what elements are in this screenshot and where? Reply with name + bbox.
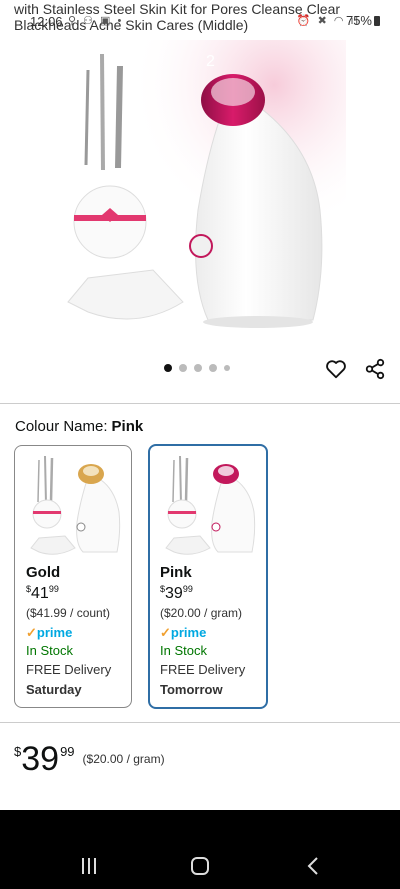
delivery-info: FREE Delivery — [26, 662, 112, 677]
swatch-pink-image — [165, 455, 256, 555]
wishlist-heart-icon[interactable] — [325, 358, 347, 380]
carousel-dot-3[interactable] — [194, 364, 202, 372]
colour-name-label: Colour Name: Pink — [15, 418, 143, 435]
swatch-name: Pink — [160, 564, 192, 581]
swatch-name: Gold — [26, 564, 61, 581]
swatch-unit-price: ($41.99 / count) — [26, 606, 111, 620]
battery-percent: 75% — [345, 13, 372, 28]
price-whole: 39 — [165, 585, 183, 602]
price-fraction: 99 — [60, 744, 75, 759]
product-image-carousel[interactable]: 2 — [58, 40, 346, 340]
image-counter: 2 — [206, 53, 215, 70]
swatch-price: $3999 — [160, 584, 193, 603]
prime-check-icon: ✓ — [160, 625, 171, 640]
prime-badge: ✓prime — [26, 625, 72, 641]
status-bar: with Stainless Steel Skin Kit for Pores … — [0, 0, 400, 34]
share-icon[interactable] — [364, 358, 386, 380]
delivery-day: Tomorrow — [160, 682, 223, 697]
swatch-pink-selected[interactable]: Pink $3999 ($20.00 / gram) ✓prime In Sto… — [148, 444, 268, 709]
swatch-unit-price: ($20.00 / gram) — [160, 606, 243, 620]
swatch-gold[interactable]: Gold $4199 ($41.99 / count) ✓prime In St… — [14, 445, 132, 708]
battery-icon — [374, 16, 380, 26]
product-price: $ 39 99 ($20.00 / gram) — [14, 740, 165, 778]
swatch-gold-image — [30, 455, 121, 555]
prime-label: prime — [170, 625, 207, 640]
price-whole: 39 — [21, 740, 60, 778]
prime-check-icon: ✓ — [26, 625, 37, 640]
carousel-dot-2[interactable] — [179, 364, 187, 372]
carousel-dot-1[interactable] — [164, 364, 172, 372]
stock-status: In Stock — [160, 643, 207, 658]
price-per-unit: ($20.00 / gram) — [82, 752, 165, 766]
price-currency: $ — [14, 744, 22, 759]
price-fraction: 99 — [182, 584, 193, 594]
stock-status: In Stock — [26, 643, 73, 658]
prime-badge: ✓prime — [160, 625, 206, 641]
prime-label: prime — [36, 625, 73, 640]
back-icon[interactable] — [304, 856, 322, 876]
price-divider — [0, 722, 400, 723]
colour-label-text: Colour Name: — [15, 418, 108, 435]
carousel-dot-5[interactable] — [224, 365, 230, 371]
product-title-line-1: with Stainless Steel Skin Kit for Pores … — [14, 1, 341, 17]
colour-value: Pink — [111, 418, 144, 435]
facial-steamer-image: 2 — [58, 40, 346, 340]
system-navigation-bar — [0, 810, 400, 889]
price-whole: 41 — [31, 585, 49, 602]
price-fraction: 99 — [48, 584, 59, 594]
battery-indicator: 75% — [346, 13, 380, 28]
delivery-day: Saturday — [26, 682, 82, 697]
swatch-price: $4199 — [26, 584, 59, 603]
notification-icons: ⚲ ⚇ ▣ • — [68, 15, 124, 27]
carousel-dots — [164, 364, 230, 372]
status-time: 12:06 — [30, 14, 63, 29]
recent-apps-icon[interactable] — [80, 857, 98, 875]
home-icon[interactable] — [191, 857, 209, 875]
section-divider — [0, 403, 400, 404]
delivery-info: FREE Delivery — [160, 662, 246, 677]
carousel-dot-4[interactable] — [209, 364, 217, 372]
